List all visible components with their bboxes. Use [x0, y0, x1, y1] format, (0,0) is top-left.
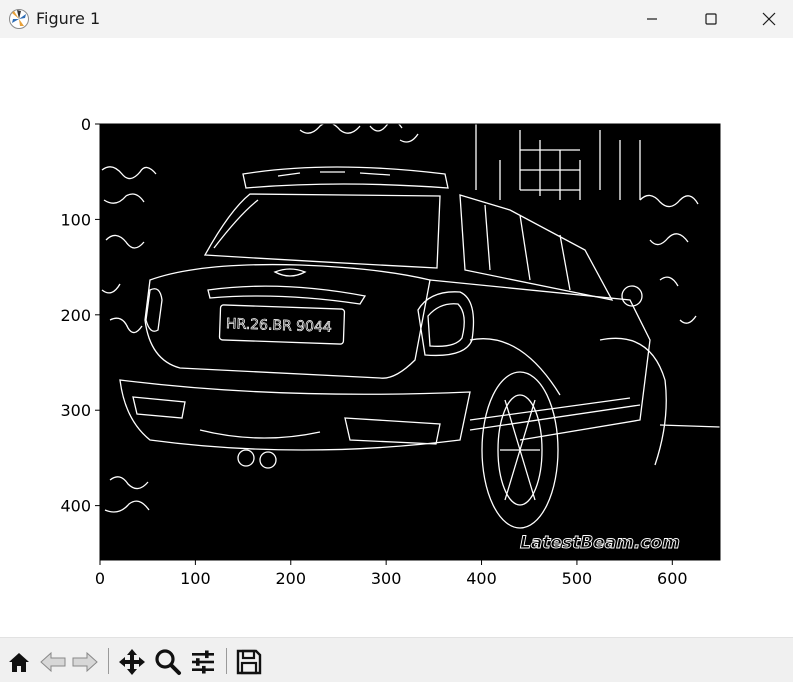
image-background: [100, 124, 720, 560]
pan-button[interactable]: [117, 647, 147, 677]
home-button[interactable]: [4, 647, 34, 677]
window-title: Figure 1: [36, 9, 101, 28]
configure-subplots-icon: [192, 650, 214, 674]
y-tick-label: 300: [60, 401, 91, 420]
save-button[interactable]: [234, 647, 264, 677]
watermark: LatestBeam.com: [520, 533, 680, 553]
configure-subplots-button[interactable]: [188, 647, 218, 677]
x-tick-label: 0: [95, 569, 105, 588]
zoom-button[interactable]: [153, 647, 183, 677]
back-icon: [40, 651, 66, 673]
zoom-icon: [155, 649, 181, 675]
forward-button[interactable]: [70, 647, 100, 677]
y-tick-label: 100: [60, 210, 91, 229]
home-icon: [9, 653, 29, 672]
pan-icon: [119, 649, 145, 675]
x-tick-label: 300: [371, 569, 402, 588]
edge-detected-image: LatestBeam.com HR.26.BR 9044: [100, 120, 721, 560]
save-icon: [236, 649, 262, 675]
y-tick-label: 200: [60, 306, 91, 325]
close-icon: [762, 12, 776, 26]
x-tick-label: 400: [466, 569, 497, 588]
minimize-button[interactable]: [623, 0, 681, 38]
navigation-toolbar: [0, 637, 793, 682]
figure-canvas[interactable]: LatestBeam.com HR.26.BR 9044 0 100 200 300 4…: [0, 38, 793, 637]
x-tick-label: 200: [275, 569, 306, 588]
y-tick-label: 0: [81, 115, 91, 134]
axes: LatestBeam.com HR.26.BR 9044 0 100 200 300 4…: [60, 115, 721, 588]
y-axis: 0 100 200 300 400: [60, 115, 100, 516]
y-tick-label: 400: [60, 497, 91, 516]
toolbar-separator: [108, 648, 109, 674]
maximize-button[interactable]: [682, 0, 740, 38]
minimize-icon: [647, 18, 657, 20]
close-button[interactable]: [740, 0, 793, 38]
maximize-icon: [705, 13, 717, 25]
toolbar-separator: [226, 648, 227, 674]
x-tick-label: 500: [562, 569, 593, 588]
x-axis: 0 100 200 300 400 500 600: [95, 560, 688, 588]
back-button[interactable]: [38, 647, 68, 677]
x-tick-label: 600: [657, 569, 688, 588]
x-tick-label: 100: [180, 569, 211, 588]
title-bar: Figure 1: [0, 0, 793, 38]
forward-icon: [72, 651, 98, 673]
matplotlib-app-icon: [8, 8, 30, 30]
